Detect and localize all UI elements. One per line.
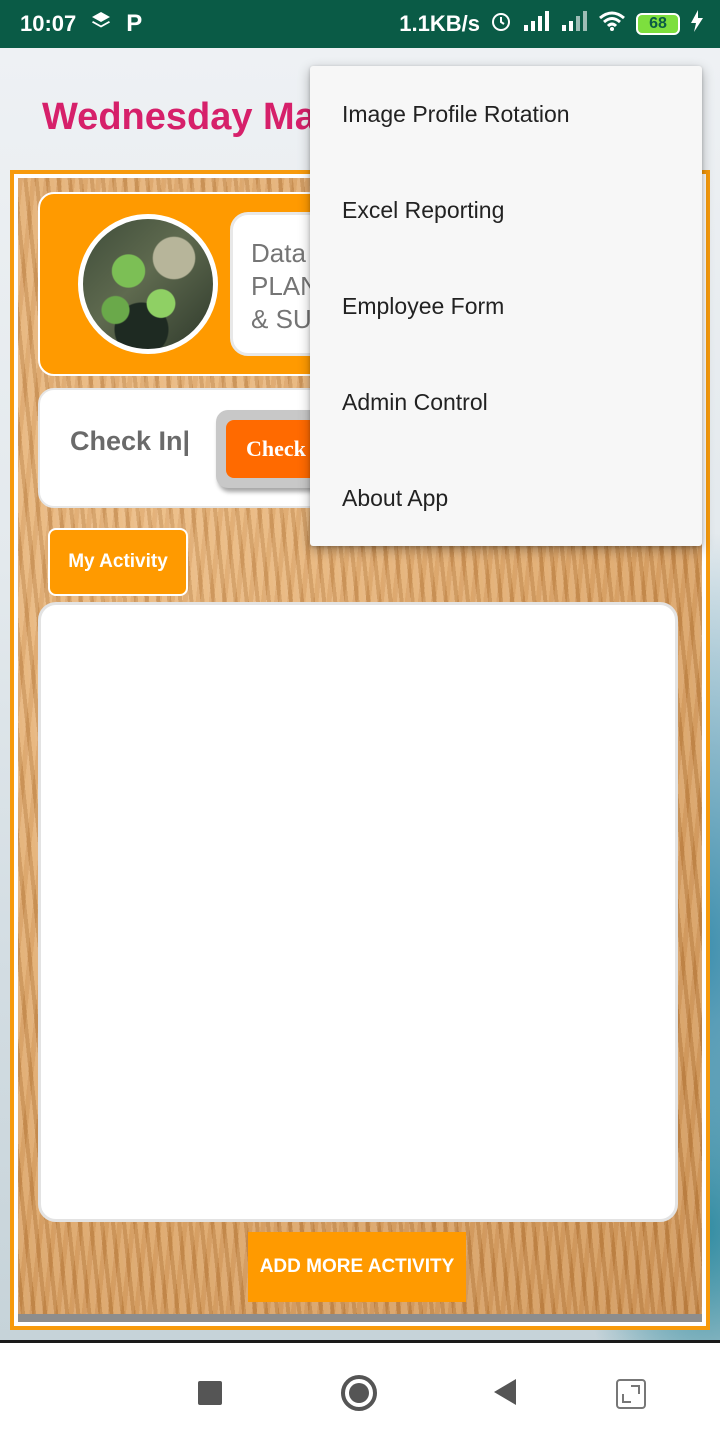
charging-icon <box>690 10 704 38</box>
overflow-menu: Image Profile Rotation Excel Reporting E… <box>310 66 702 546</box>
status-bar: 10:07 P 1.1KB/s 68 <box>0 0 720 48</box>
navigation-bar <box>0 1340 720 1440</box>
menu-item-employee-form[interactable]: Employee Form <box>310 258 702 354</box>
avatar[interactable] <box>78 214 218 354</box>
wifi-icon <box>598 10 626 38</box>
signal-icon <box>560 11 588 37</box>
p-icon: P <box>126 10 143 37</box>
expand-icon[interactable] <box>616 1379 646 1409</box>
alarm-icon <box>490 10 512 38</box>
status-right: 1.1KB/s 68 <box>399 10 704 38</box>
page-title: Wednesday Ma <box>42 96 316 138</box>
menu-item-about-app[interactable]: About App <box>310 450 702 546</box>
checkin-label: Check In| <box>70 426 191 456</box>
back-icon[interactable] <box>494 1379 516 1405</box>
my-activity-tab[interactable]: My Activity <box>48 528 188 596</box>
menu-item-image-profile-rotation[interactable]: Image Profile Rotation <box>310 66 702 162</box>
menu-item-excel-reporting[interactable]: Excel Reporting <box>310 162 702 258</box>
signal-icon <box>522 11 550 37</box>
recent-apps-icon[interactable] <box>198 1381 222 1405</box>
layers-icon <box>90 10 112 38</box>
home-icon[interactable] <box>341 1375 377 1411</box>
battery-icon: 68 <box>636 13 680 35</box>
network-speed: 1.1KB/s <box>399 11 480 36</box>
status-time: 10:07 <box>20 11 77 36</box>
status-left: 10:07 P <box>20 10 142 38</box>
menu-item-admin-control[interactable]: Admin Control <box>310 354 702 450</box>
activity-list[interactable] <box>38 602 678 1222</box>
add-more-activity-button[interactable]: ADD MORE ACTIVITY <box>248 1232 466 1302</box>
